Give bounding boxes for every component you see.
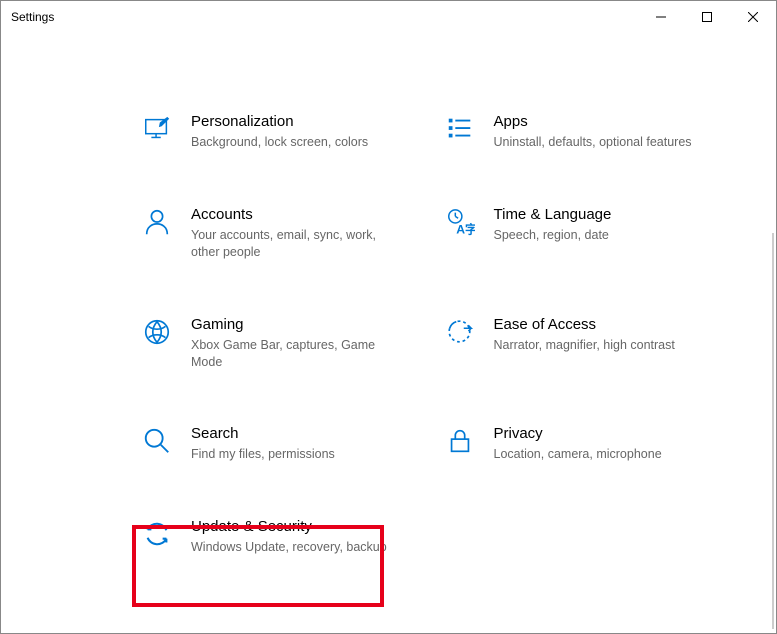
- tile-desc: Speech, region, date: [494, 227, 612, 244]
- tile-title: Accounts: [191, 206, 396, 223]
- update-security-icon: [141, 518, 173, 550]
- personalization-icon: [141, 113, 173, 145]
- tile-desc: Xbox Game Bar, captures, Game Mode: [191, 337, 396, 371]
- window-title: Settings: [11, 10, 638, 24]
- minimize-button[interactable]: [638, 1, 684, 33]
- tile-apps[interactable]: Apps Uninstall, defaults, optional featu…: [444, 113, 699, 151]
- tile-title: Time & Language: [494, 206, 612, 223]
- tile-desc: Windows Update, recovery, backup: [191, 539, 387, 556]
- tile-privacy[interactable]: Privacy Location, camera, microphone: [444, 425, 699, 463]
- tile-gaming[interactable]: Gaming Xbox Game Bar, captures, Game Mod…: [141, 316, 396, 371]
- tile-personalization[interactable]: Personalization Background, lock screen,…: [141, 113, 396, 151]
- tile-title: Search: [191, 425, 335, 442]
- tile-title: Update & Security: [191, 518, 387, 535]
- gaming-icon: [141, 316, 173, 348]
- tile-title: Personalization: [191, 113, 368, 130]
- tile-search[interactable]: Search Find my files, permissions: [141, 425, 396, 463]
- svg-text:A字: A字: [456, 221, 475, 236]
- titlebar: Settings: [1, 1, 776, 33]
- tile-desc: Your accounts, email, sync, work, other …: [191, 227, 396, 261]
- tile-desc: Find my files, permissions: [191, 446, 335, 463]
- tile-title: Gaming: [191, 316, 396, 333]
- window-controls: [638, 1, 776, 33]
- ease-of-access-icon: [444, 316, 476, 348]
- tile-time-language[interactable]: A字 Time & Language Speech, region, date: [444, 206, 699, 261]
- accounts-icon: [141, 206, 173, 238]
- tile-update-security[interactable]: Update & Security Windows Update, recove…: [141, 518, 396, 556]
- tile-ease-of-access[interactable]: Ease of Access Narrator, magnifier, high…: [444, 316, 699, 371]
- close-button[interactable]: [730, 1, 776, 33]
- search-icon: [141, 425, 173, 457]
- tile-desc: Uninstall, defaults, optional features: [494, 134, 692, 151]
- tile-title: Privacy: [494, 425, 662, 442]
- maximize-button[interactable]: [684, 1, 730, 33]
- tile-accounts[interactable]: Accounts Your accounts, email, sync, wor…: [141, 206, 396, 261]
- privacy-icon: [444, 425, 476, 457]
- time-language-icon: A字: [444, 206, 476, 238]
- tile-title: Ease of Access: [494, 316, 675, 333]
- settings-tiles: Personalization Background, lock screen,…: [141, 113, 746, 556]
- settings-content: Personalization Background, lock screen,…: [1, 33, 776, 576]
- tile-desc: Narrator, magnifier, high contrast: [494, 337, 675, 354]
- tile-desc: Location, camera, microphone: [494, 446, 662, 463]
- apps-icon: [444, 113, 476, 145]
- tile-desc: Background, lock screen, colors: [191, 134, 368, 151]
- scrollbar[interactable]: [772, 233, 774, 629]
- tile-title: Apps: [494, 113, 692, 130]
